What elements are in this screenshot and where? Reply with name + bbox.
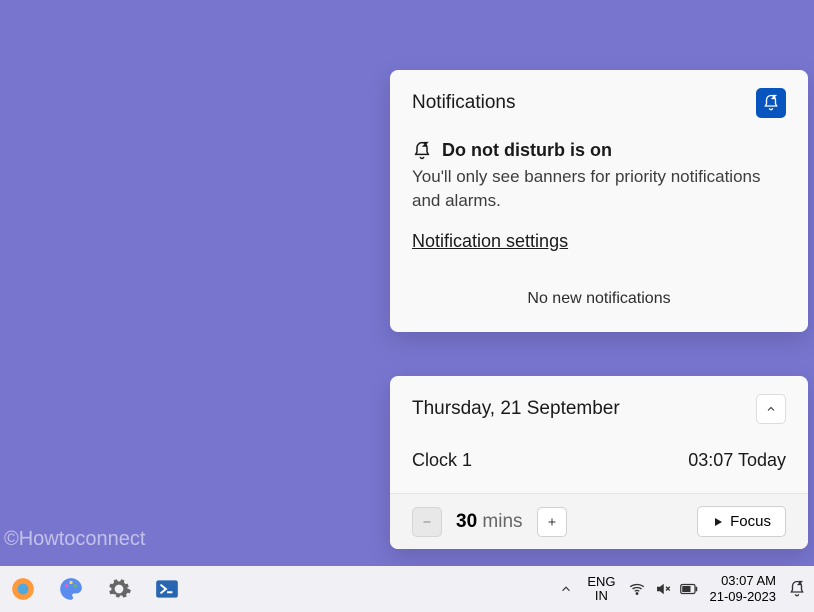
focus-session-row: 30 mins Focus <box>390 493 808 549</box>
dnd-toggle-button[interactable] <box>756 88 786 118</box>
volume-muted-icon <box>654 580 672 598</box>
tray-overflow-button[interactable] <box>557 580 575 598</box>
calendar-panel: Thursday, 21 September Clock 1 03:07 Tod… <box>390 376 808 549</box>
powershell-icon <box>154 576 180 602</box>
focus-increase-button[interactable] <box>537 507 567 537</box>
minus-icon <box>421 516 433 528</box>
notification-settings-link[interactable]: Notification settings <box>412 231 568 251</box>
battery-icon <box>680 580 698 598</box>
taskbar-clock[interactable]: 03:07 AM 21-09-2023 <box>710 573 777 604</box>
plus-icon <box>546 516 558 528</box>
notifications-panel: Notifications Do not disturb is on You'l… <box>390 70 808 332</box>
taskbar-app-settings[interactable] <box>102 572 136 606</box>
focus-start-button[interactable]: Focus <box>697 506 786 537</box>
focus-duration-number: 30 <box>456 511 477 532</box>
bell-snooze-icon <box>788 580 806 598</box>
bell-snooze-icon <box>412 141 432 161</box>
gear-icon <box>106 576 132 602</box>
taskbar-app-paint[interactable] <box>54 572 88 606</box>
focus-button-label: Focus <box>730 513 771 530</box>
collapse-button[interactable] <box>756 394 786 424</box>
wifi-icon <box>628 580 646 598</box>
focus-decrease-button[interactable] <box>412 507 442 537</box>
taskbar-time: 03:07 AM <box>710 573 777 589</box>
dnd-status-body: You'll only see banners for priority not… <box>412 165 786 213</box>
dnd-status-title: Do not disturb is on <box>442 140 612 161</box>
taskbar: ENG IN 03:07 AM 21-09-2023 <box>0 566 814 612</box>
additional-clock-value: 03:07 Today <box>688 450 786 471</box>
no-notifications-text: No new notifications <box>412 290 786 308</box>
system-tray[interactable] <box>628 580 698 598</box>
chevron-up-icon <box>559 582 573 596</box>
focus-duration: 30 mins <box>456 511 523 533</box>
taskbar-app-powershell[interactable] <box>150 572 184 606</box>
bell-snooze-icon <box>762 94 780 112</box>
focus-duration-unit: mins <box>482 511 522 532</box>
taskbar-date: 21-09-2023 <box>710 589 777 605</box>
play-icon <box>712 516 724 528</box>
taskbar-app-browser[interactable] <box>6 572 40 606</box>
palette-icon <box>58 576 84 602</box>
calendar-date: Thursday, 21 September <box>412 398 620 420</box>
language-primary: ENG <box>587 575 615 589</box>
notification-center-button[interactable] <box>788 580 806 598</box>
browser-icon <box>10 576 36 602</box>
additional-clock-label: Clock 1 <box>412 450 472 471</box>
language-switcher[interactable]: ENG IN <box>587 575 615 604</box>
language-secondary: IN <box>587 589 615 603</box>
watermark-text: ©Howtoconnect <box>4 528 145 551</box>
chevron-up-icon <box>765 403 777 415</box>
notifications-title: Notifications <box>412 92 516 114</box>
